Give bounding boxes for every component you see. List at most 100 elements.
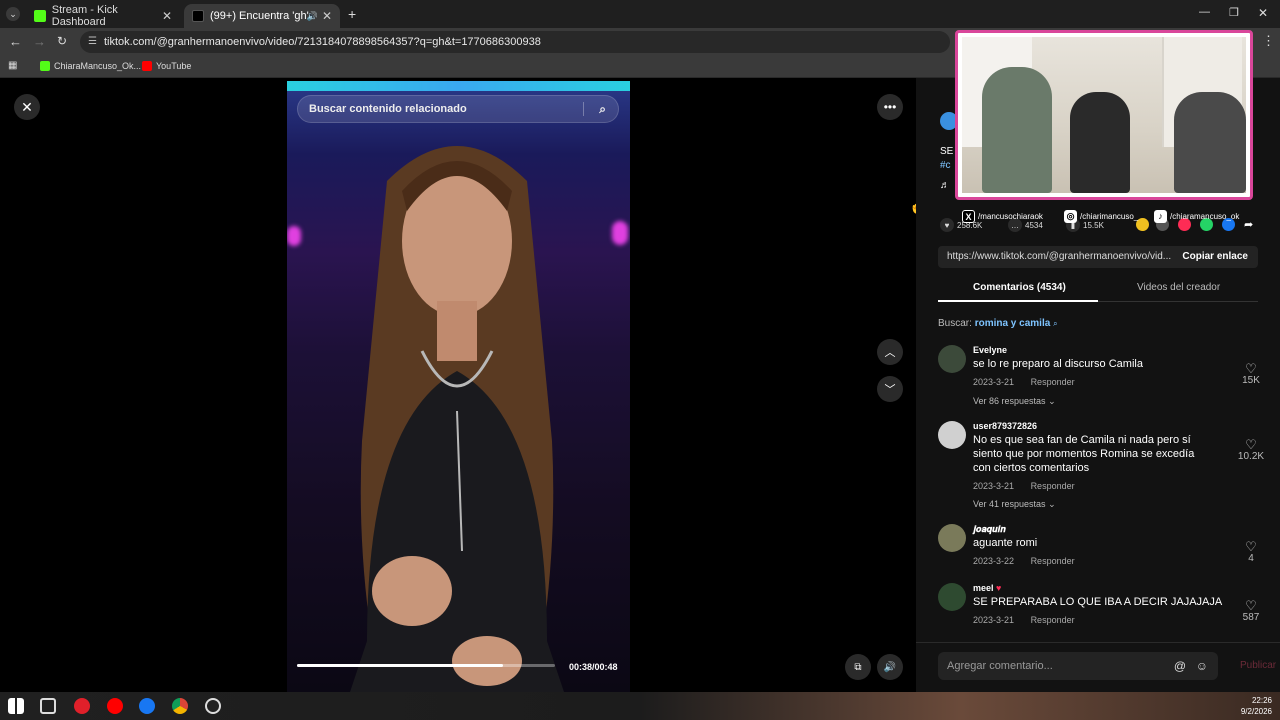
chevron-down-icon: ⌄ [1048, 396, 1056, 406]
related-search-input[interactable]: Buscar contenido relacionado ⌕ [297, 95, 619, 123]
video-area: ✕ ••• ︿ ﹀ ⧉ 🔊 ☝ Buscar c [0, 78, 926, 692]
view-replies-button[interactable]: Ver 41 respuestas ⌄ [973, 499, 1056, 510]
back-icon[interactable]: ← [9, 34, 22, 49]
previous-video-button[interactable]: ︿ [877, 339, 903, 365]
comment-username[interactable]: 𝒋𝒐𝒂𝒒𝒖𝒊𝒏 [973, 524, 1006, 535]
comment-meta: 2023-3-21 Responder [973, 615, 1075, 625]
comment-input[interactable]: Agregar comentario... @ ☺ [938, 652, 1218, 680]
chrome-icon[interactable] [172, 698, 188, 714]
speaker-icon[interactable]: 🔊 [307, 11, 318, 22]
search-icon[interactable]: ⌕ [1053, 319, 1057, 328]
comment-username[interactable]: Evelyne [973, 345, 1007, 355]
obs-icon[interactable] [205, 698, 221, 714]
search-query[interactable]: romina y camila [975, 318, 1051, 329]
close-icon[interactable]: ✕ [162, 9, 172, 23]
comment-date: 2023-3-21 [973, 481, 1015, 491]
site-info-icon[interactable]: ☰ [88, 31, 97, 53]
heart-icon: ♡ [1245, 539, 1257, 554]
comment-like[interactable]: ♡ 4 [1236, 540, 1266, 564]
menu-icon[interactable]: ⋮ [1262, 33, 1275, 49]
comment-item: Evelyne se lo re preparo al discurso Cam… [938, 345, 1278, 415]
new-tab-button[interactable]: + [348, 6, 356, 22]
webcam-overlay [955, 30, 1253, 200]
apps-icon[interactable]: ▦ [8, 60, 17, 71]
tab-kick-dashboard[interactable]: Stream - Kick Dashboard ✕ [26, 4, 180, 28]
comment-search[interactable]: Buscar: romina y camila ⌕ [938, 318, 1058, 329]
tab-tiktok[interactable]: (99+) Encuentra 'gh' en TikT... 🔊 ✕ [184, 4, 340, 28]
social-x: X /mancusochiaraok [962, 210, 1043, 223]
comment-username[interactable]: meel ♥ [973, 583, 1001, 593]
comment-like[interactable]: ♡ 15K [1236, 362, 1266, 386]
reload-icon[interactable]: ↻ [57, 34, 67, 48]
tab-search-icon[interactable]: ⌄ [6, 7, 20, 21]
video-time: 00:38/00:48 [569, 662, 618, 672]
facebook-icon[interactable] [139, 698, 155, 714]
heart-icon: ♡ [1245, 361, 1257, 376]
reply-button[interactable]: Responder [1031, 377, 1075, 387]
volume-icon[interactable]: 🔊 [877, 654, 903, 680]
windows-start-icon[interactable] [8, 698, 24, 714]
bookmark-youtube[interactable]: YouTube [142, 61, 191, 71]
progress-fill [297, 664, 504, 667]
bookmark-label: ChiaraMancuso_Ok... [54, 61, 142, 71]
tab-creator-videos[interactable]: Videos del creador [1137, 282, 1220, 293]
close-video-button[interactable]: ✕ [14, 94, 40, 120]
comment-text: SE PREPARABA LO QUE IBA A DECIR JAJAJAJA [973, 596, 1223, 608]
search-icon[interactable]: ⌕ [599, 96, 606, 122]
more-options-button[interactable]: ••• [877, 94, 903, 120]
video-link[interactable]: https://www.tiktok.com/@granhermanoenviv… [947, 251, 1172, 262]
next-video-button[interactable]: ﹀ [877, 376, 903, 402]
social-handle: /mancusochiaraok [978, 212, 1043, 221]
comment-text: No es que sea fan de Camila ni nada pero… [973, 434, 1195, 474]
youtube-icon[interactable] [107, 698, 123, 714]
heart-emoji-icon: ♥ [996, 583, 1002, 593]
social-instagram: ◎ /chiarimancuso_ [1064, 210, 1138, 223]
video-progress-bar[interactable] [297, 664, 555, 667]
comment-placeholder: Agregar comentario... [947, 660, 1053, 672]
heart-icon: ♡ [1245, 437, 1257, 452]
miniplayer-icon[interactable]: ⧉ [845, 654, 871, 680]
avatar[interactable] [938, 421, 966, 449]
comment-username[interactable]: user879372826 [973, 421, 1037, 431]
publish-button[interactable]: Publicar [1240, 660, 1276, 671]
comment-date: 2023-3-21 [973, 377, 1015, 387]
tiktok-icon [192, 10, 204, 22]
tab-comments[interactable]: Comentarios (4534) [973, 282, 1066, 293]
social-handle: /chiarimancuso_ [1080, 212, 1139, 221]
close-icon[interactable]: ✕ [322, 9, 332, 23]
clock-time: 22:26 [1251, 696, 1272, 705]
avatar[interactable] [938, 583, 966, 611]
opera-icon[interactable] [74, 698, 90, 714]
hashtag-fragment: #c [940, 160, 951, 171]
video-player[interactable]: Buscar contenido relacionado ⌕ 00:38/00:… [287, 81, 630, 692]
search-prefix: Buscar: [938, 318, 972, 329]
forward-icon[interactable]: → [33, 34, 46, 49]
comment-like[interactable]: ♡ 10.2K [1236, 438, 1266, 462]
kick-icon [40, 61, 50, 71]
comment-like[interactable]: ♡ 587 [1236, 599, 1266, 623]
view-replies-button[interactable]: Ver 86 respuestas ⌄ [973, 396, 1056, 407]
tab-label: (99+) Encuentra 'gh' en TikT... [210, 10, 310, 22]
like-count: 10.2K [1237, 451, 1265, 462]
mention-icon[interactable]: @ [1174, 652, 1186, 680]
comments-fade [916, 634, 1280, 642]
minimize-button[interactable]: — [1199, 6, 1210, 18]
avatar[interactable] [938, 524, 966, 552]
reply-button[interactable]: Responder [1031, 556, 1075, 566]
restore-button[interactable]: ❐ [1229, 6, 1239, 19]
avatar[interactable] [938, 345, 966, 373]
emoji-icon[interactable]: ☺ [1196, 652, 1208, 680]
task-view-icon[interactable] [40, 698, 56, 714]
replies-label: Ver 41 respuestas [973, 499, 1046, 509]
bookmark-chiara[interactable]: ChiaraMancuso_Ok... [40, 61, 141, 71]
reply-button[interactable]: Responder [1031, 481, 1075, 491]
comment-meta: 2023-3-21 Responder [973, 481, 1075, 491]
system-clock[interactable]: 22:26 9/2/2026 [1241, 695, 1272, 717]
close-window-button[interactable]: ✕ [1258, 6, 1268, 20]
share-arrow-icon[interactable]: ➦ [1244, 218, 1253, 231]
address-bar[interactable]: ☰ tiktok.com/@granhermanoenvivo/video/72… [80, 31, 950, 53]
like-count: 587 [1242, 612, 1260, 623]
reply-button[interactable]: Responder [1031, 615, 1075, 625]
copy-link-button[interactable]: Copiar enlace [1182, 251, 1248, 262]
browser-tab-bar: ⌄ Stream - Kick Dashboard ✕ (99+) Encuen… [0, 0, 1280, 28]
